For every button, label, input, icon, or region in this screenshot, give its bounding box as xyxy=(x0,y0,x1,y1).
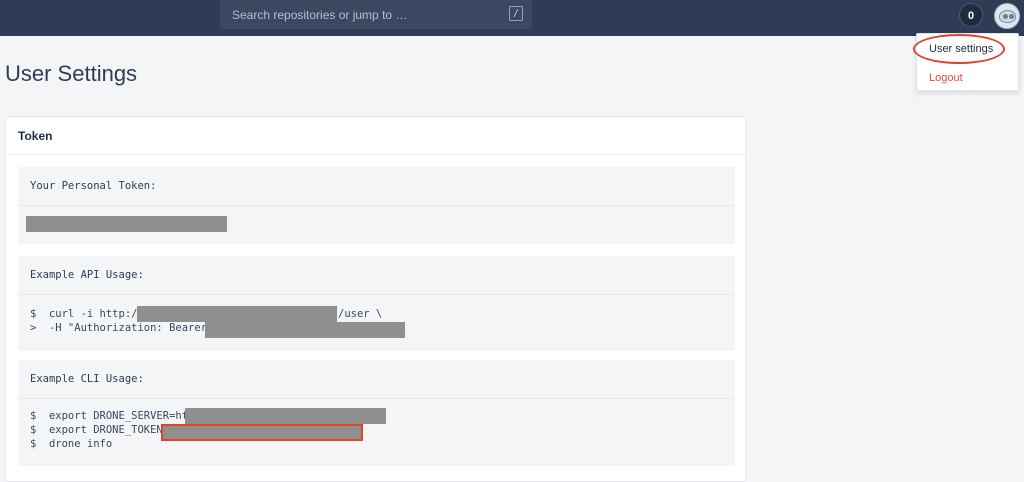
search-input[interactable] xyxy=(220,0,500,29)
user-avatar[interactable] xyxy=(994,3,1020,29)
page-title: User Settings xyxy=(5,61,138,86)
personal-token-block: Your Personal Token: xyxy=(18,167,735,244)
user-menu-dropdown: User settings Logout xyxy=(916,33,1019,91)
highlight-annotation-box xyxy=(161,424,363,441)
api-usage-block: Example API Usage: $ curl -i http:// /us… xyxy=(18,256,735,351)
avatar-eye-icon xyxy=(1003,14,1008,19)
api-usage-label: Example API Usage: xyxy=(18,256,735,295)
api-line-1-suffix: /user \ xyxy=(338,308,383,320)
cli-usage-block: Example CLI Usage: $ export DRONE_SERVER… xyxy=(18,360,735,466)
menu-item-user-settings[interactable]: User settings xyxy=(917,40,1018,58)
cli-line-1: $ export DRONE_SERVER=htt xyxy=(30,410,195,422)
notification-count-badge[interactable]: 0 xyxy=(959,3,983,27)
api-line-2: > -H "Authorization: Bearer xyxy=(30,322,214,334)
redacted-bearer-token xyxy=(205,322,405,338)
cli-line-3: $ drone info xyxy=(30,438,113,450)
menu-item-logout[interactable]: Logout xyxy=(917,69,1018,87)
redacted-token-value xyxy=(26,216,227,232)
search-shortcut-key: / xyxy=(509,6,523,21)
card-title: Token xyxy=(18,129,53,143)
personal-token-label: Your Personal Token: xyxy=(18,167,735,206)
token-card: Token Your Personal Token: Example API U… xyxy=(5,116,746,482)
cli-usage-code: $ export DRONE_SERVER=htt $ export DRONE… xyxy=(18,399,735,466)
redacted-server-url xyxy=(137,306,337,322)
top-navbar: / 0 xyxy=(0,0,1024,36)
redacted-server-url xyxy=(185,408,386,424)
search-box[interactable]: / xyxy=(220,0,532,29)
api-usage-code: $ curl -i http:// /user \ > -H "Authoriz… xyxy=(18,295,735,351)
personal-token-body xyxy=(18,206,735,244)
cli-usage-label: Example CLI Usage: xyxy=(18,360,735,399)
cli-line-2: $ export DRONE_TOKEN= xyxy=(30,424,170,436)
card-header: Token xyxy=(6,117,745,155)
api-line-1: $ curl -i http:// xyxy=(30,308,144,320)
avatar-eye-icon xyxy=(1009,14,1014,19)
